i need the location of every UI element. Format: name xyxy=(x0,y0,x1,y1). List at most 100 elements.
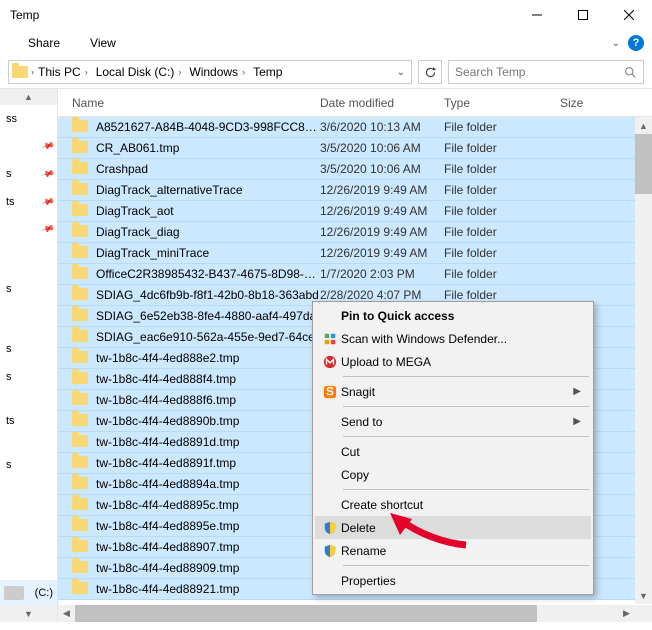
nav-item[interactable] xyxy=(0,259,57,275)
nav-item[interactable]: s📌 xyxy=(0,160,57,188)
breadcrumb-seg-temp[interactable]: Temp xyxy=(249,61,286,83)
menu-view[interactable]: View xyxy=(90,36,116,50)
table-row[interactable]: DiagTrack_diag12/26/2019 9:49 AMFile fol… xyxy=(58,222,652,243)
chevron-right-icon[interactable]: › xyxy=(242,67,245,77)
nav-scroll-down[interactable]: ▼ xyxy=(0,606,57,622)
scroll-left-icon[interactable]: ◀ xyxy=(58,605,75,622)
chevron-right-icon[interactable]: › xyxy=(85,67,88,77)
ctx-mega[interactable]: Upload to MEGA xyxy=(315,350,591,373)
nav-item[interactable] xyxy=(0,479,57,495)
nav-item[interactable] xyxy=(0,391,57,407)
breadcrumb-seg-pc[interactable]: This PC› xyxy=(34,61,92,83)
ctx-separator xyxy=(343,489,589,490)
table-row[interactable]: OfficeC2R38985432-B437-4675-8D98-E82...1… xyxy=(58,264,652,285)
nav-item[interactable]: ss xyxy=(0,105,57,133)
folder-icon xyxy=(72,204,90,218)
scroll-down-icon[interactable]: ▼ xyxy=(635,587,652,604)
minimize-button[interactable] xyxy=(514,0,560,30)
scroll-thumb[interactable] xyxy=(635,134,652,194)
table-row[interactable]: DiagTrack_aot12/26/2019 9:49 AMFile fold… xyxy=(58,201,652,222)
file-date: 3/5/2020 10:06 AM xyxy=(320,141,444,155)
file-date: 12/26/2019 9:49 AM xyxy=(320,246,444,260)
ribbon-chevron-icon[interactable]: ⌄ xyxy=(612,38,620,49)
scroll-thumb-h[interactable] xyxy=(75,605,537,622)
folder-icon xyxy=(72,183,90,197)
col-date[interactable]: Date modified xyxy=(320,96,444,110)
file-name: tw-1b8c-4f4-4ed8890b.tmp xyxy=(96,414,320,428)
nav-item[interactable]: 📌 xyxy=(0,216,57,243)
maximize-button[interactable] xyxy=(560,0,606,30)
menu-share[interactable]: Share xyxy=(28,36,60,50)
nav-item[interactable]: s xyxy=(0,363,57,391)
horizontal-scrollbar[interactable]: ◀ ▶ xyxy=(58,605,635,622)
chevron-right-icon[interactable]: › xyxy=(178,67,181,77)
folder-icon xyxy=(72,141,90,155)
close-button[interactable] xyxy=(606,0,652,30)
table-row[interactable]: DiagTrack_miniTrace12/26/2019 9:49 AMFil… xyxy=(58,243,652,264)
context-menu: Pin to Quick access Scan with Windows De… xyxy=(312,301,594,595)
folder-icon xyxy=(72,498,90,512)
ctx-cut[interactable]: Cut xyxy=(315,440,591,463)
col-size[interactable]: Size xyxy=(560,96,652,110)
file-date: 12/26/2019 9:49 AM xyxy=(320,225,444,239)
ctx-copy[interactable]: Copy xyxy=(315,463,591,486)
pin-icon: 📌 xyxy=(40,139,55,154)
scroll-right-icon[interactable]: ▶ xyxy=(618,605,635,622)
ctx-snagit[interactable]: Snagit▶ xyxy=(315,380,591,403)
nav-item[interactable] xyxy=(0,303,57,319)
folder-icon xyxy=(72,351,90,365)
file-name: tw-1b8c-4f4-4ed8891f.tmp xyxy=(96,456,320,470)
file-type: File folder xyxy=(444,141,560,155)
ctx-separator xyxy=(343,376,589,377)
breadcrumb-seg-drive[interactable]: Local Disk (C:)› xyxy=(92,61,186,83)
file-type: File folder xyxy=(444,162,560,176)
file-name: tw-1b8c-4f4-4ed8895e.tmp xyxy=(96,519,320,533)
nav-item-label: ts xyxy=(6,415,15,427)
nav-drive-label: (C:) xyxy=(35,587,53,599)
ctx-properties[interactable]: Properties xyxy=(315,569,591,592)
nav-item[interactable]: ts📌 xyxy=(0,188,57,216)
ctx-sendto[interactable]: Send to▶ xyxy=(315,410,591,433)
help-icon[interactable]: ? xyxy=(628,35,644,51)
search-icon xyxy=(624,66,637,79)
file-name: tw-1b8c-4f4-4ed888f6.tmp xyxy=(96,393,320,407)
folder-icon xyxy=(72,477,90,491)
refresh-button[interactable] xyxy=(418,60,442,84)
nav-item[interactable]: s xyxy=(0,335,57,363)
file-name: OfficeC2R38985432-B437-4675-8D98-E82... xyxy=(96,267,320,281)
file-type: File folder xyxy=(444,183,560,197)
table-row[interactable]: Crashpad3/5/2020 10:06 AMFile folder xyxy=(58,159,652,180)
chevron-right-icon: ▶ xyxy=(573,416,581,427)
search-input[interactable]: Search Temp xyxy=(448,60,644,84)
ctx-pin[interactable]: Pin to Quick access xyxy=(315,304,591,327)
nav-item[interactable] xyxy=(0,319,57,335)
nav-scroll-up[interactable]: ▲ xyxy=(0,89,57,105)
ctx-defender[interactable]: Scan with Windows Defender... xyxy=(315,327,591,350)
table-row[interactable]: DiagTrack_alternativeTrace12/26/2019 9:4… xyxy=(58,180,652,201)
folder-icon xyxy=(72,120,90,134)
nav-item-label: s xyxy=(6,168,12,180)
nav-item[interactable] xyxy=(0,243,57,259)
col-type[interactable]: Type xyxy=(444,96,560,110)
file-date: 3/6/2020 10:13 AM xyxy=(320,120,444,134)
table-row[interactable]: A8521627-A84B-4048-9CD3-998FCC8D47...3/6… xyxy=(58,117,652,138)
scroll-up-icon[interactable]: ▲ xyxy=(635,117,652,134)
annotation-arrow xyxy=(388,513,468,549)
folder-icon xyxy=(72,267,90,281)
vertical-scrollbar[interactable]: ▲ ▼ xyxy=(635,117,652,604)
ctx-separator xyxy=(343,436,589,437)
file-type: File folder xyxy=(444,204,560,218)
nav-item[interactable]: s xyxy=(0,451,57,479)
table-row[interactable]: CR_AB061.tmp3/5/2020 10:06 AMFile folder xyxy=(58,138,652,159)
breadcrumb[interactable]: › This PC› Local Disk (C:)› Windows› Tem… xyxy=(8,60,412,84)
nav-item[interactable] xyxy=(0,435,57,451)
file-date: 12/26/2019 9:49 AM xyxy=(320,183,444,197)
nav-item[interactable]: 📌 xyxy=(0,133,57,160)
breadcrumb-seg-windows[interactable]: Windows› xyxy=(185,61,249,83)
nav-item[interactable]: ts xyxy=(0,407,57,435)
nav-drive[interactable]: (C:) xyxy=(0,580,57,606)
nav-item[interactable]: s xyxy=(0,275,57,303)
file-name: DiagTrack_alternativeTrace xyxy=(96,183,320,197)
history-chevron-icon[interactable]: ⌄ xyxy=(391,67,411,78)
col-name[interactable]: Name xyxy=(72,96,320,110)
